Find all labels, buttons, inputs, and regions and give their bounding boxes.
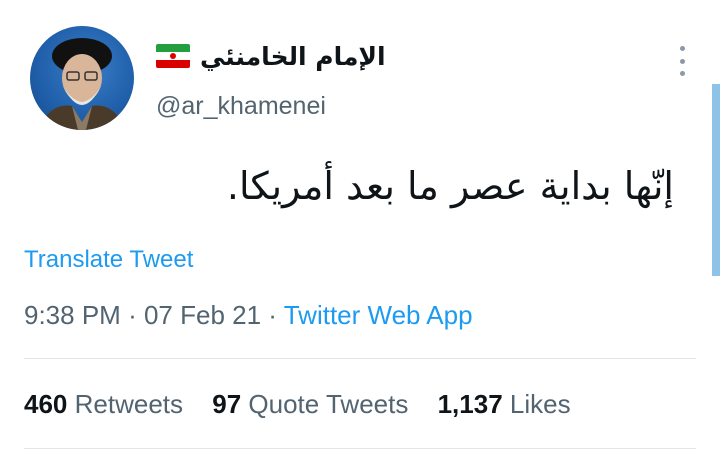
likes-count: 1,137: [437, 389, 503, 419]
more-options-icon[interactable]: [672, 46, 692, 76]
likes-stat[interactable]: 1,137 Likes: [438, 389, 571, 419]
divider: [24, 448, 696, 449]
likes-label: Likes: [509, 389, 571, 419]
quote-tweets-stat[interactable]: 97 Quote Tweets: [212, 389, 408, 419]
tweet-source-link[interactable]: Twitter Web App: [284, 300, 473, 330]
translate-tweet-link[interactable]: Translate Tweet: [24, 246, 193, 274]
display-name[interactable]: الإمام الخامنئي: [200, 42, 386, 71]
tweet-text: إنّها بداية عصر ما بعد أمريكا.: [226, 164, 674, 208]
quotes-count: 97: [212, 389, 242, 419]
quotes-label: Quote Tweets: [248, 389, 409, 419]
tweet-time[interactable]: 9:38 PM: [24, 300, 121, 330]
iran-flag-icon: [156, 44, 190, 68]
author-name-row[interactable]: الإمام الخامنئي: [156, 38, 386, 74]
retweets-count: 460: [24, 389, 68, 419]
avatar-portrait-icon: [38, 38, 126, 130]
tweet-stats: 460 Retweets 97 Quote Tweets 1,137 Likes: [24, 389, 593, 420]
retweets-label: Retweets: [74, 389, 184, 419]
avatar[interactable]: [30, 26, 134, 130]
separator: ·: [268, 300, 277, 330]
separator: ·: [128, 300, 137, 330]
retweets-stat[interactable]: 460 Retweets: [24, 389, 183, 419]
tweet-date[interactable]: 07 Feb 21: [144, 300, 261, 330]
scrollbar[interactable]: [712, 84, 720, 276]
user-handle[interactable]: @ar_khamenei: [156, 92, 326, 121]
tweet-metadata: 9:38 PM · 07 Feb 21 · Twitter Web App: [24, 300, 473, 331]
divider: [24, 358, 696, 359]
